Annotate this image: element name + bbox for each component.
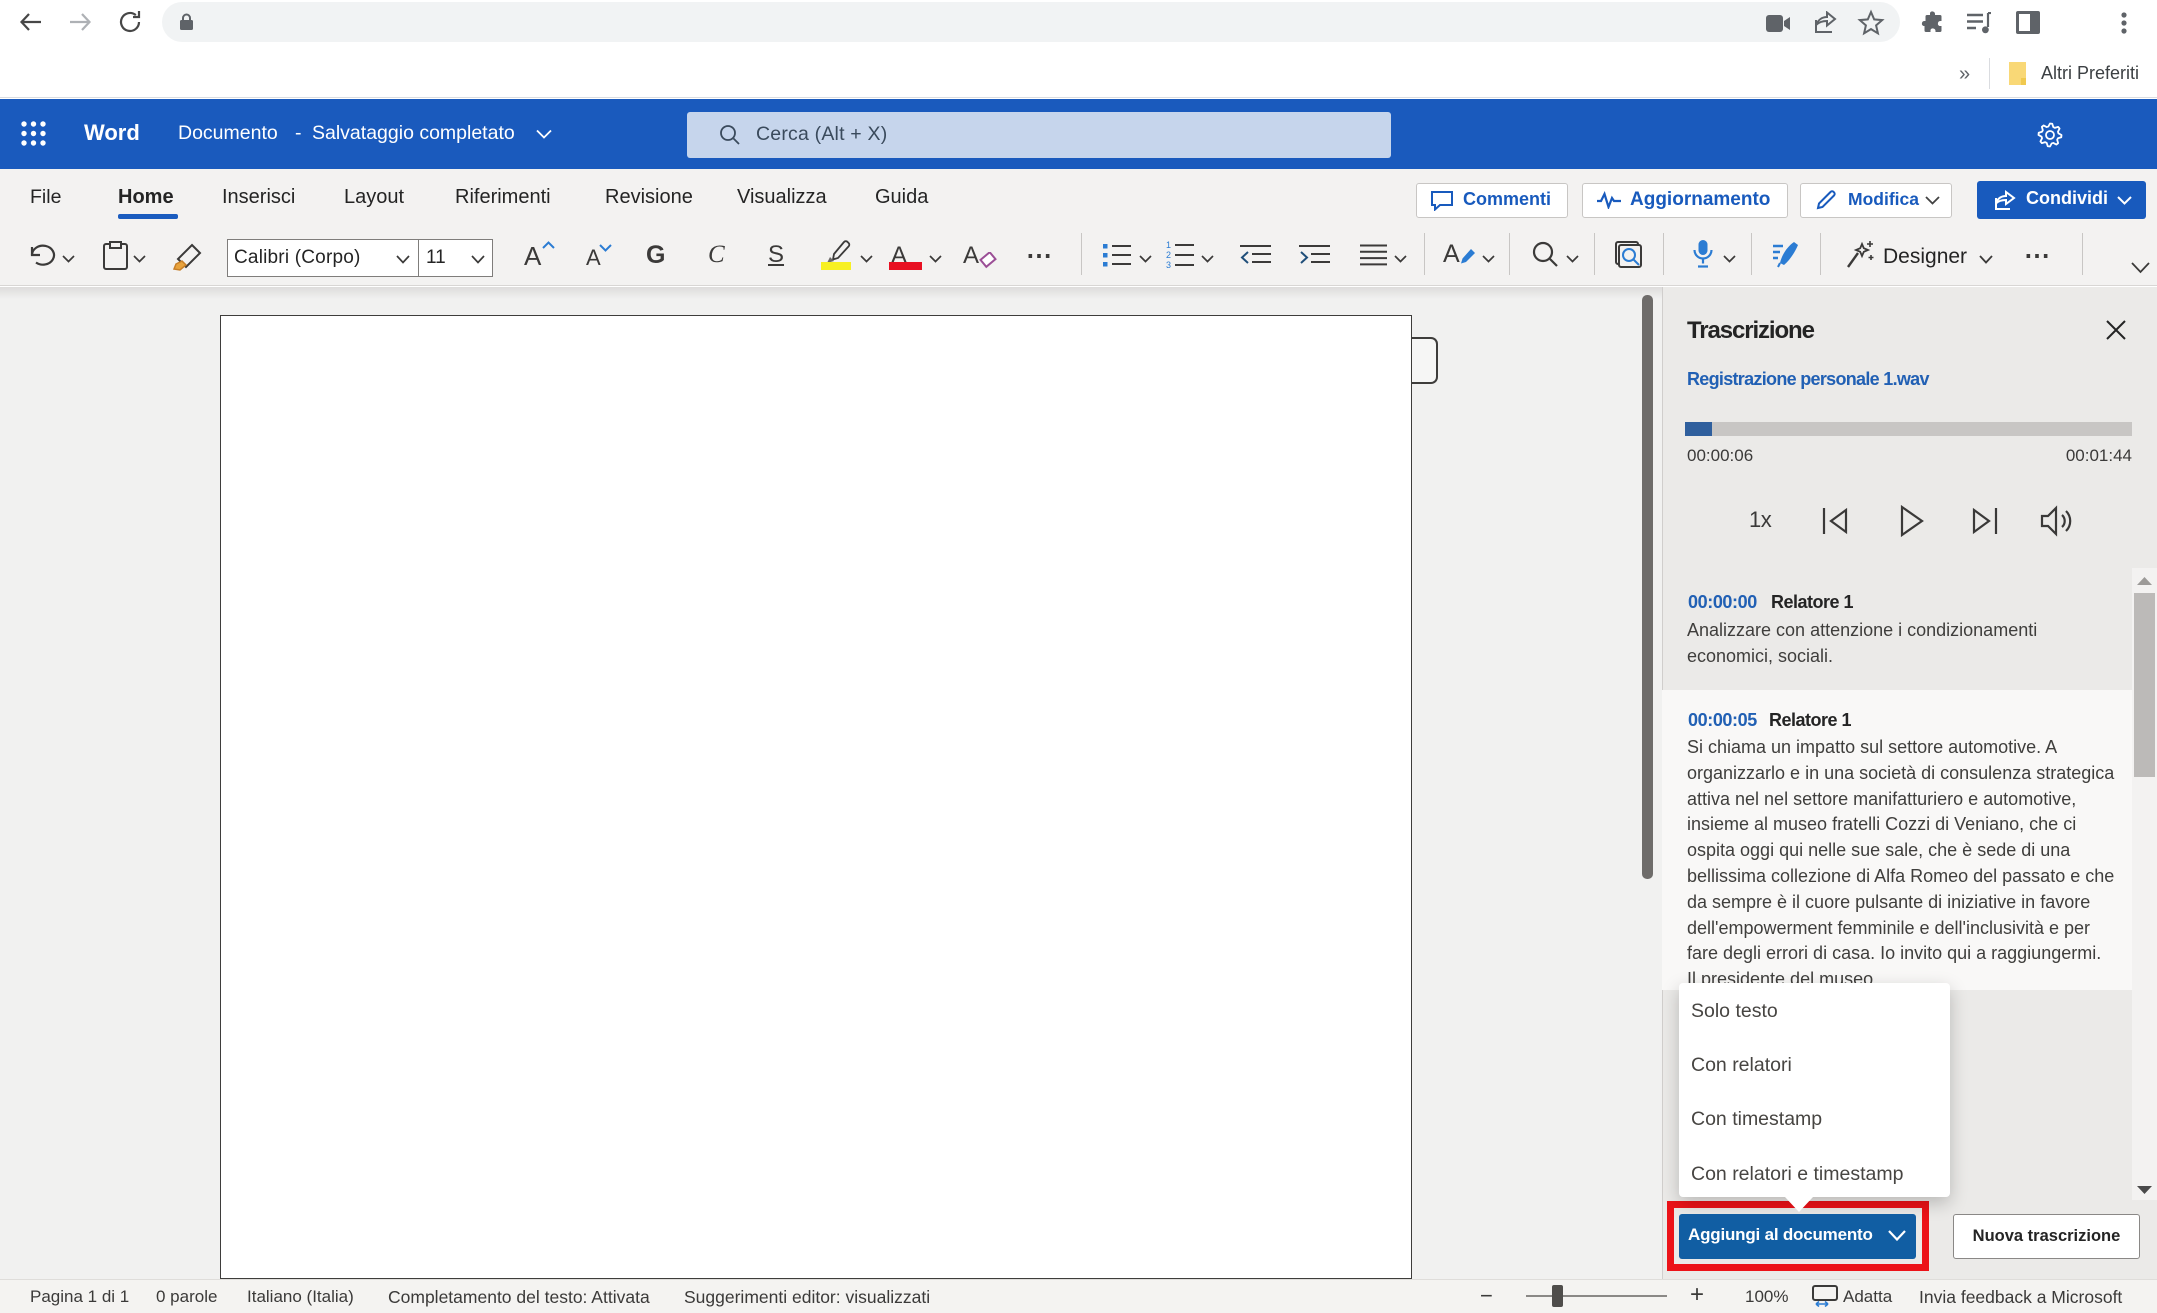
svg-text:2: 2 — [1166, 250, 1171, 260]
svg-text:3: 3 — [1166, 260, 1171, 269]
svg-text:1: 1 — [1166, 241, 1171, 250]
